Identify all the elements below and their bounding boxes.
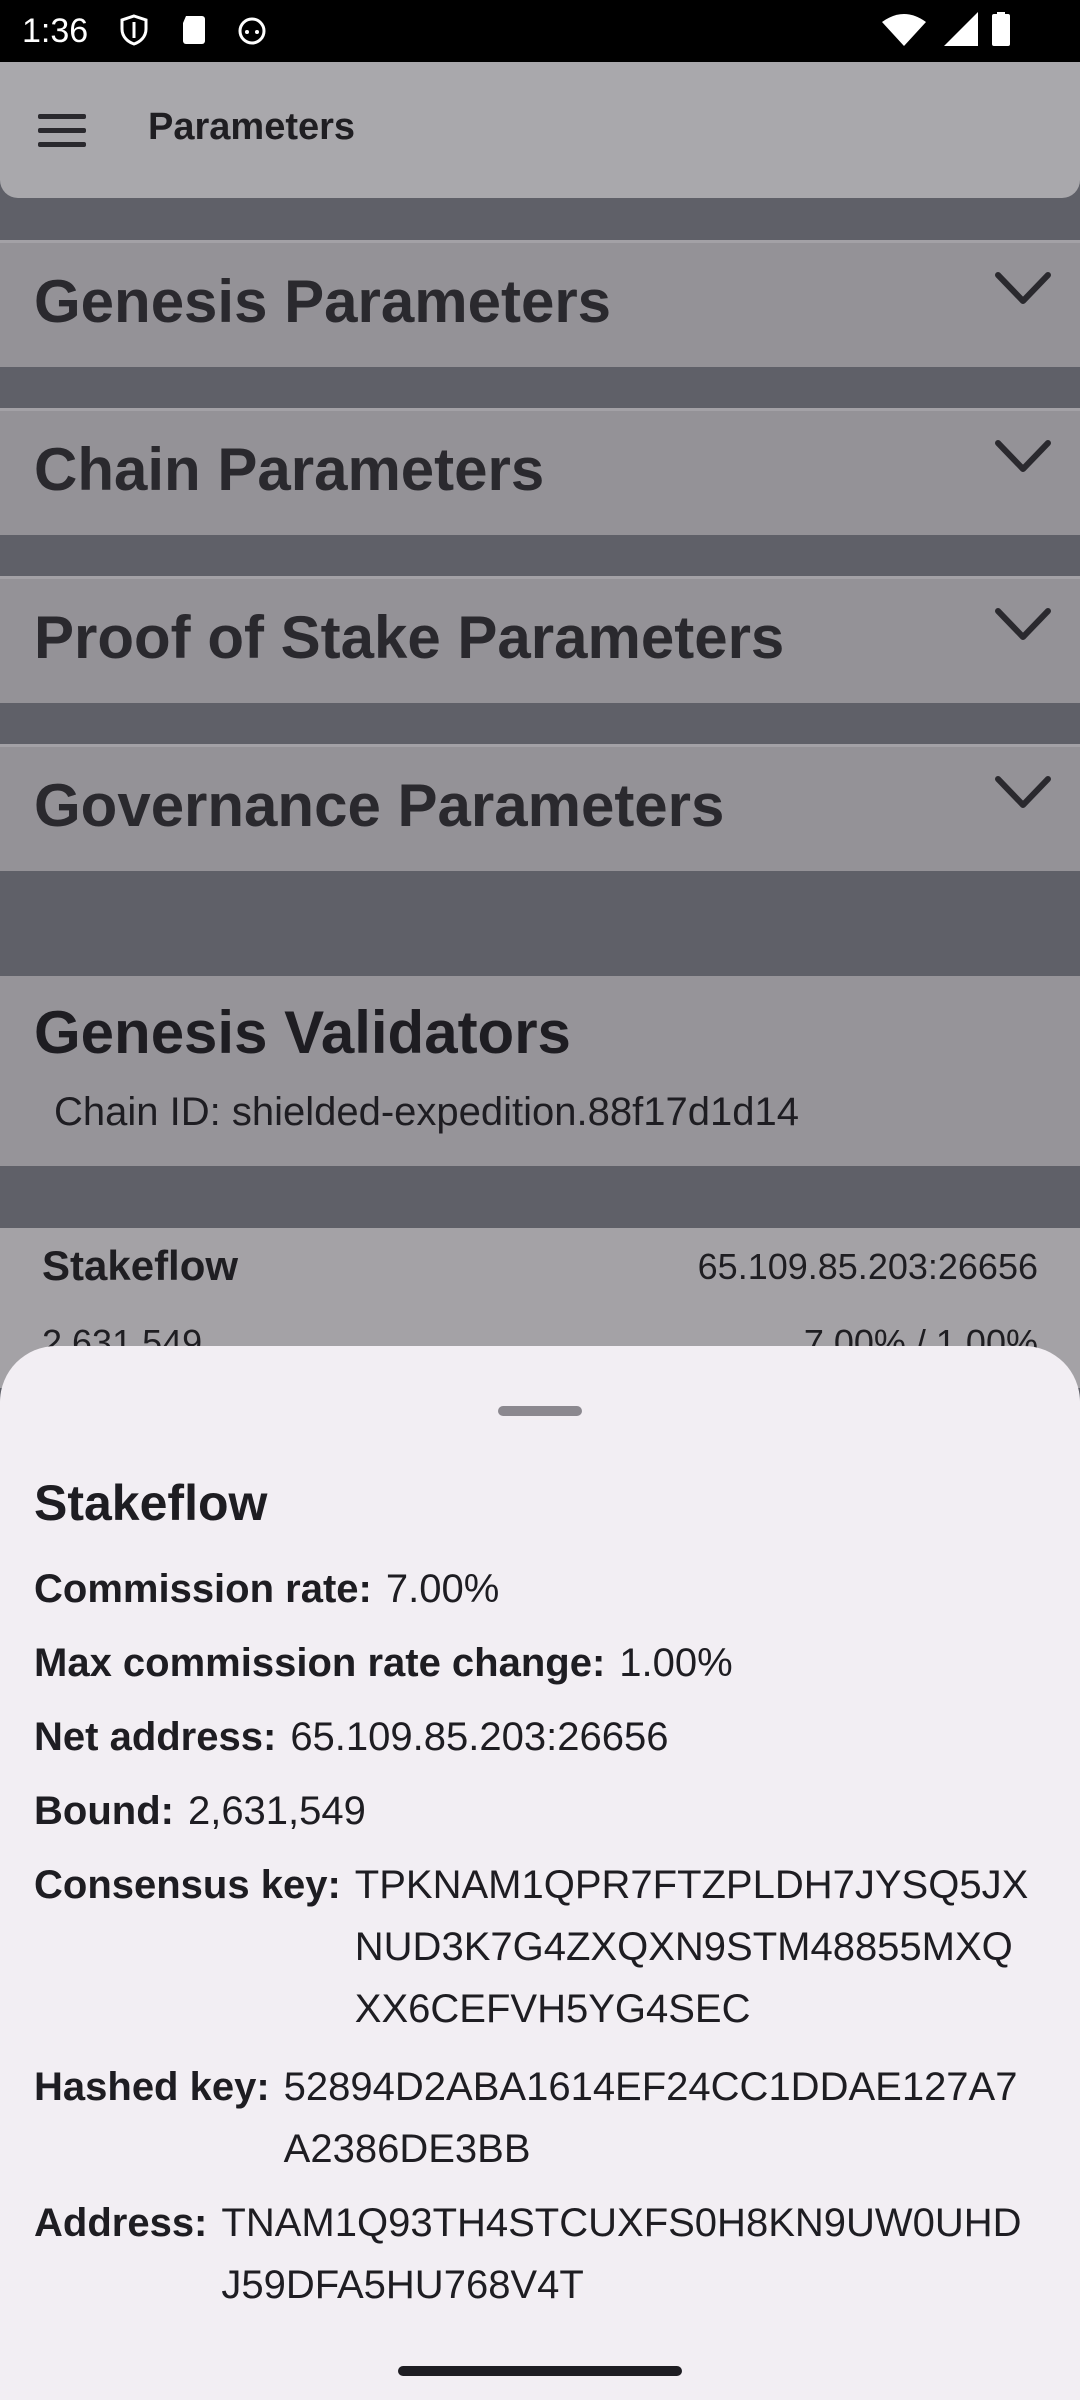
field-consensus-key: Consensus key: TPKNAM1QPR7FTZPLDH7JYSQ5J…	[34, 1854, 1044, 2040]
field-max-commission-rate-change: Max commission rate change: 1.00%	[34, 1632, 1044, 1694]
field-label: Commission rate:	[34, 1567, 372, 1611]
status-bar: 1:36	[0, 0, 1080, 62]
sd-card-icon	[183, 16, 205, 44]
field-value: TPKNAM1QPR7FTZPLDH7JYSQ5JXNUD3K7G4ZXQXN9…	[354, 1863, 1029, 2031]
section-label: Proof of Stake Parameters	[34, 604, 785, 671]
field-bound: Bound: 2,631,549	[34, 1780, 1044, 1842]
field-value: 65.109.85.203:26656	[290, 1715, 669, 1759]
field-label: Hashed key:	[34, 2065, 270, 2109]
section-label: Genesis Parameters	[34, 268, 612, 335]
field-label: Net address:	[34, 1715, 277, 1759]
app-bar: Parameters	[0, 62, 1080, 198]
field-value: 7.00%	[385, 1567, 500, 1611]
sheet-title: Stakeflow	[34, 1475, 268, 1531]
chain-id: Chain ID: shielded-expedition.88f17d1d14	[54, 1090, 799, 1134]
field-label: Address:	[34, 2201, 208, 2245]
section-chain-parameters[interactable]: Chain Parameters	[0, 408, 1080, 535]
drag-handle[interactable]	[498, 1406, 582, 1416]
shield-icon	[120, 14, 148, 46]
field-label: Max commission rate change:	[34, 1641, 606, 1685]
field-value: 2,631,549	[187, 1789, 366, 1833]
section-label: Chain Parameters	[34, 436, 545, 503]
validator-name: Stakeflow	[42, 1242, 239, 1289]
android-icon	[238, 17, 266, 45]
field-commission-rate: Commission rate: 7.00%	[34, 1558, 1044, 1620]
battery-icon	[992, 12, 1010, 46]
section-proof-of-stake-parameters[interactable]: Proof of Stake Parameters	[0, 576, 1080, 703]
validator-net-address: 65.109.85.203:26656	[697, 1246, 1038, 1287]
chevron-down-icon[interactable]	[994, 607, 1052, 643]
page-title: Parameters	[148, 106, 356, 148]
chevron-down-icon[interactable]	[994, 775, 1052, 811]
section-label: Governance Parameters	[34, 772, 725, 839]
status-time: 1:36	[22, 12, 89, 50]
chevron-down-icon[interactable]	[994, 271, 1052, 307]
wifi-icon	[882, 14, 926, 46]
signal-icon	[944, 12, 978, 46]
field-label: Consensus key:	[34, 1863, 341, 1907]
field-hashed-key: Hashed key: 52894D2ABA1614EF24CC1DDAE127…	[34, 2056, 1044, 2180]
field-value: 1.00%	[619, 1641, 733, 1685]
field-value: TNAM1Q93TH4STCUXFS0H8KN9UW0UHDJ59DFA5HU7…	[221, 2201, 1022, 2307]
genesis-validators-card: Genesis Validators Chain ID: shielded-ex…	[0, 976, 1080, 1166]
field-label: Bound:	[34, 1789, 174, 1833]
status-right-icons	[882, 12, 1010, 46]
hamburger-icon[interactable]	[38, 114, 86, 148]
field-address: Address: TNAM1Q93TH4STCUXFS0H8KN9UW0UHDJ…	[34, 2192, 1044, 2316]
field-net-address: Net address: 65.109.85.203:26656	[34, 1706, 1044, 1768]
validator-detail-sheet: Stakeflow Commission rate: 7.00% Max com…	[0, 1346, 1080, 2400]
chevron-down-icon[interactable]	[994, 439, 1052, 475]
validators-title: Genesis Validators	[34, 999, 571, 1066]
gesture-nav-bar[interactable]	[398, 2366, 682, 2376]
section-genesis-parameters[interactable]: Genesis Parameters	[0, 240, 1080, 367]
section-governance-parameters[interactable]: Governance Parameters	[0, 744, 1080, 871]
field-value: 52894D2ABA1614EF24CC1DDAE127A7A2386DE3BB	[283, 2065, 1018, 2171]
